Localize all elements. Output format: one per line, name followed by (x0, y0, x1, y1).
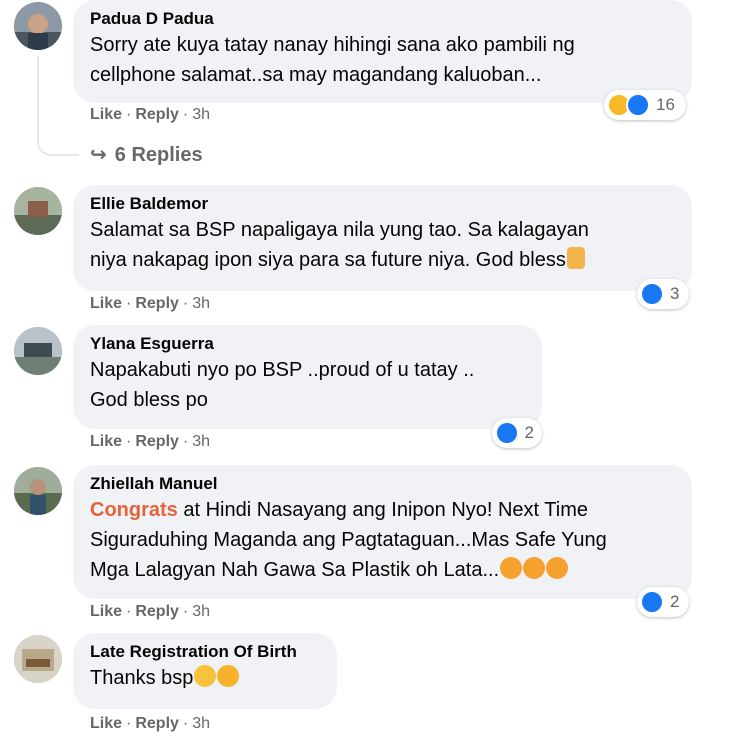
like-button[interactable]: Like (90, 433, 122, 450)
like-button[interactable]: Like (90, 106, 122, 123)
like-button[interactable]: Like (90, 295, 122, 312)
like-button[interactable]: Like (90, 715, 122, 732)
comment-author[interactable]: Zhiellah Manuel (90, 473, 674, 495)
avatar[interactable] (14, 2, 62, 50)
comment-text: Thanks bsp (90, 667, 194, 689)
avatar[interactable] (14, 327, 62, 375)
pleading-face-emoji-icon (194, 665, 217, 687)
comment-bubble: Zhiellah Manuel Congrats at Hindi Nasaya… (73, 465, 692, 599)
comment-text: Salamat sa BSP napaligaya nila yung tao.… (90, 219, 589, 271)
like-icon (626, 93, 650, 117)
hot-face-emoji-icon (546, 557, 569, 579)
timestamp[interactable]: 3h (192, 603, 210, 620)
reaction-count: 2 (670, 592, 680, 611)
reply-button[interactable]: Reply (135, 433, 179, 450)
reply-button[interactable]: Reply (135, 715, 179, 732)
hot-face-emoji-icon (500, 557, 523, 579)
comment-author[interactable]: Ellie Baldemor (90, 193, 674, 215)
reaction-summary[interactable]: 16 (604, 90, 686, 120)
reaction-summary[interactable]: 2 (492, 418, 542, 448)
reply-button[interactable]: Reply (135, 603, 179, 620)
like-icon (640, 282, 664, 306)
comment-actions: Like · Reply · 3h (90, 106, 211, 123)
timestamp[interactable]: 3h (192, 106, 210, 123)
hot-face-emoji-icon (523, 557, 546, 579)
reply-arrow-icon: ↪ (90, 144, 107, 166)
comment-author[interactable]: Ylana Esguerra (90, 333, 524, 355)
comment-bubble: Late Registration Of Birth Thanks bsp (73, 633, 337, 709)
comment-text: Sorry ate kuya tatay nanay hihingi sana … (90, 34, 575, 86)
replies-count: 6 Replies (114, 144, 203, 166)
comment-actions: Like · Reply · 3h (90, 603, 211, 620)
view-replies-link[interactable]: ↪ 6 Replies (90, 142, 203, 167)
comment-author[interactable]: Padua D Padua (90, 8, 674, 30)
reaction-count: 2 (524, 423, 534, 442)
timestamp[interactable]: 3h (192, 295, 210, 312)
avatar[interactable] (14, 187, 62, 235)
avatar[interactable] (14, 635, 62, 683)
folded-hands-emoji-icon (566, 247, 585, 269)
reply-button[interactable]: Reply (135, 295, 179, 312)
comment-text: Napakabuti nyo po BSP ..proud of u tatay… (90, 359, 475, 411)
reaction-summary[interactable]: 2 (637, 587, 689, 617)
like-button[interactable]: Like (90, 603, 122, 620)
timestamp[interactable]: 3h (192, 433, 210, 450)
comment-bubble: Ellie Baldemor Salamat sa BSP napaligaya… (73, 185, 692, 291)
comment-actions: Like · Reply · 3h (90, 715, 211, 732)
like-icon (640, 590, 664, 614)
highlighted-keyword[interactable]: Congrats (90, 499, 178, 521)
reaction-count: 16 (656, 95, 675, 114)
reaction-count: 3 (670, 284, 680, 303)
comment-bubble: Ylana Esguerra Napakabuti nyo po BSP ..p… (73, 325, 542, 429)
comment-actions: Like · Reply · 3h (90, 433, 211, 450)
comment-bubble: Padua D Padua Sorry ate kuya tatay nanay… (73, 0, 692, 103)
comment-author[interactable]: Late Registration Of Birth (90, 641, 319, 663)
avatar[interactable] (14, 467, 62, 515)
like-icon (495, 421, 519, 445)
reaction-summary[interactable]: 3 (637, 279, 689, 309)
timestamp[interactable]: 3h (192, 715, 210, 732)
smiling-face-with-hearts-emoji-icon (217, 665, 240, 687)
comment-actions: Like · Reply · 3h (90, 295, 211, 312)
reply-button[interactable]: Reply (135, 106, 179, 123)
